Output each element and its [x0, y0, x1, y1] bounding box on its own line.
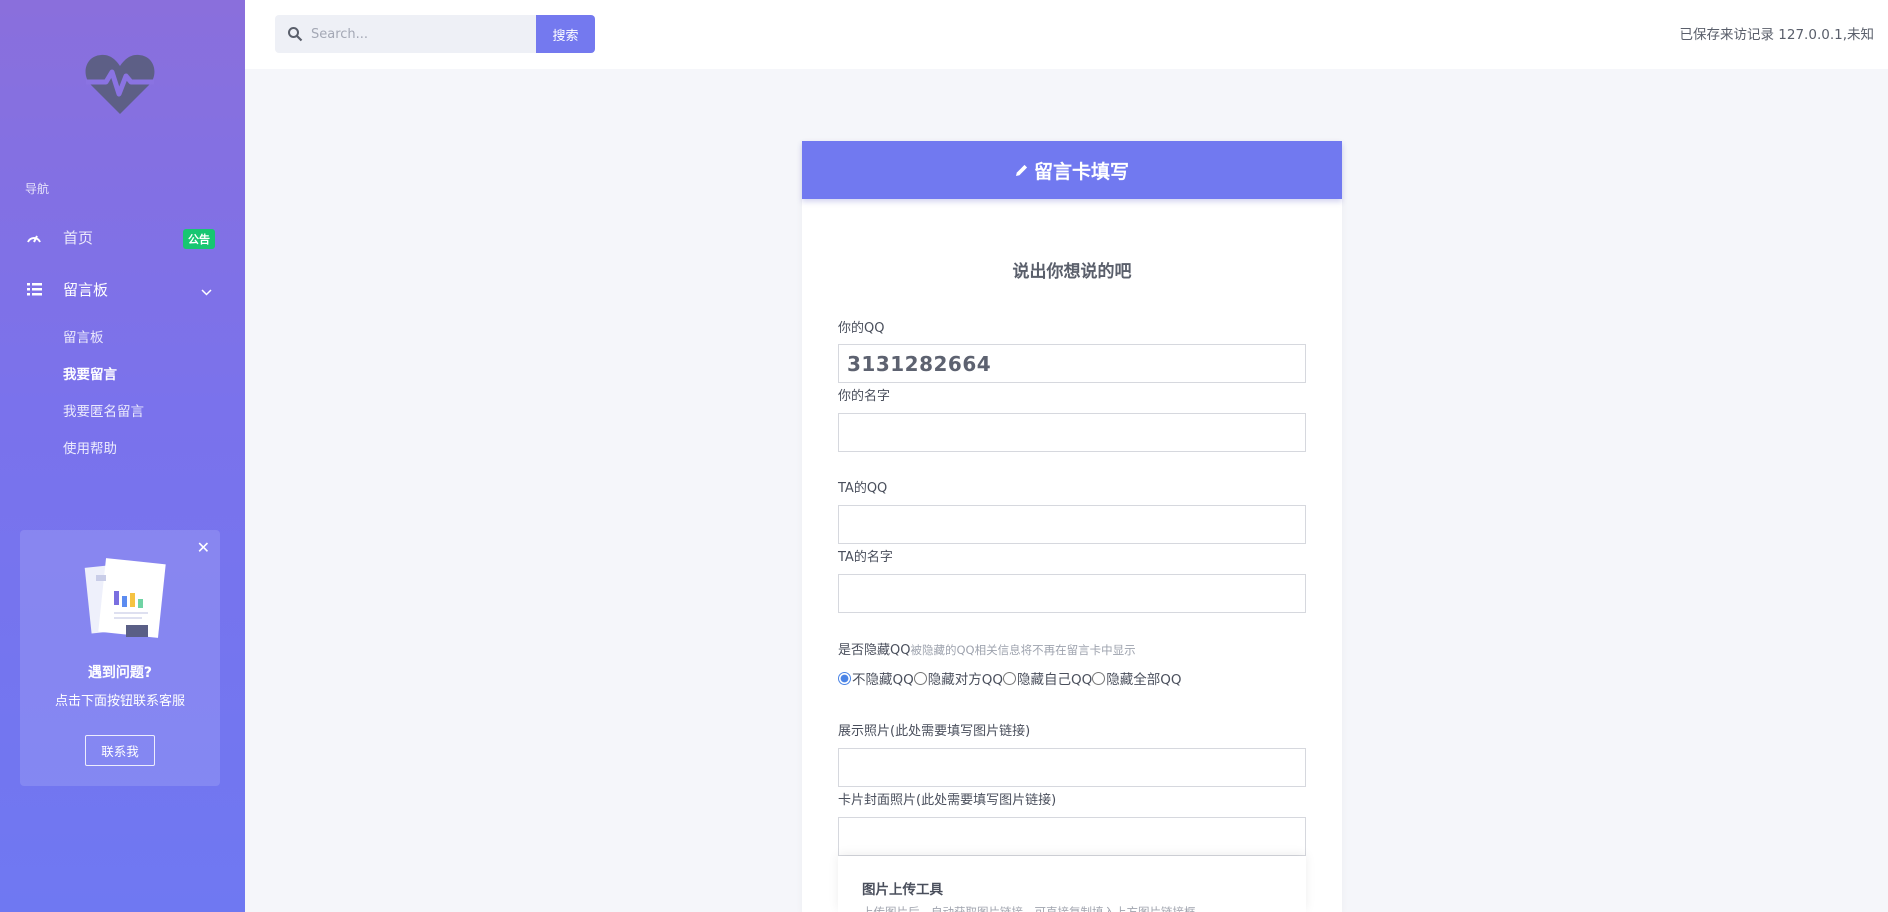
photo-url-input[interactable]	[838, 748, 1306, 787]
hide-qq-hint: 被隐藏的QQ相关信息将不再在留言卡中显示	[910, 643, 1136, 657]
notice-badge: 公告	[183, 229, 215, 249]
your-name-input[interactable]	[838, 413, 1306, 452]
heart-pulse-icon	[84, 52, 156, 116]
ta-name-input[interactable]	[838, 574, 1306, 613]
radio-label: 不隐藏QQ	[852, 672, 914, 688]
sidebar-item-label: 留言板	[63, 280, 109, 299]
card-header-title: 留言卡填写	[1033, 160, 1129, 183]
top-bar: 搜索 已保存来访记录 127.0.0.1,未知	[245, 0, 1888, 69]
your-qq-input[interactable]	[838, 344, 1306, 383]
hide-qq-label-text: 是否隐藏QQ	[838, 643, 911, 658]
visit-info: 已保存来访记录 127.0.0.1,未知	[1679, 27, 1875, 43]
sidebar-item-home[interactable]: 首页 公告	[25, 222, 220, 252]
card-header: 留言卡填写	[802, 141, 1342, 199]
pencil-icon	[1015, 163, 1029, 177]
sidebar-item-label: 首页	[63, 228, 94, 247]
search-input[interactable]	[311, 26, 511, 42]
form-title: 说出你想说的吧	[1012, 262, 1132, 282]
close-icon[interactable]: ✕	[197, 540, 210, 556]
image-upload-tool: 图片上传工具 上传图片后，自动获取图片链接，可直接复制填入上方图片链接框	[838, 856, 1306, 912]
radio-hide-self[interactable]: 隐藏自己QQ	[1003, 668, 1092, 688]
ta-name-label: TA的名字	[838, 550, 893, 565]
your-qq-label: 你的QQ	[838, 321, 885, 336]
radio-hide-all-input[interactable]	[1092, 671, 1106, 685]
radio-label: 隐藏对方QQ	[927, 672, 1004, 688]
radio-label: 隐藏全部QQ	[1106, 672, 1182, 688]
sub-item-board[interactable]: 留言板	[63, 326, 104, 346]
sub-item-leave-message[interactable]: 我要留言	[63, 363, 117, 383]
cover-url-input[interactable]	[838, 817, 1306, 856]
chevron-down-icon	[201, 282, 212, 300]
ta-qq-input[interactable]	[838, 505, 1306, 544]
sub-item-anonymous-message[interactable]: 我要匿名留言	[63, 400, 144, 420]
radio-hide-self-input[interactable]	[1003, 671, 1017, 685]
search-icon	[287, 26, 303, 42]
radio-no-hide[interactable]: 不隐藏QQ	[838, 668, 914, 688]
upload-title: 图片上传工具	[862, 882, 943, 898]
radio-label: 隐藏自己QQ	[1017, 672, 1093, 688]
sidebar: 导航 首页 公告 留言板 留言板 我要留言 我要匿名留言 使用帮助 ✕ 遇到问题…	[0, 0, 245, 912]
hide-qq-label: 是否隐藏QQ被隐藏的QQ相关信息将不再在留言卡中显示	[838, 639, 1136, 658]
nav-heading: 导航	[25, 182, 50, 196]
message-card-form: 留言卡填写 说出你想说的吧 你的QQ 你的名字 TA的QQ TA的名字 是否隐藏…	[802, 141, 1342, 912]
list-icon	[25, 280, 43, 298]
photo-label: 展示照片(此处需要填写图片链接)	[838, 724, 1031, 739]
sub-item-help[interactable]: 使用帮助	[63, 437, 117, 457]
cover-label: 卡片封面照片(此处需要填写图片链接)	[838, 793, 1057, 808]
radio-hide-other[interactable]: 隐藏对方QQ	[913, 668, 1004, 688]
sidebar-item-board[interactable]: 留言板	[25, 274, 220, 304]
radio-hide-other-input[interactable]	[913, 671, 927, 685]
search-button[interactable]: 搜索	[536, 15, 595, 53]
speedometer-icon	[25, 228, 43, 246]
contact-button[interactable]: 联系我	[85, 735, 155, 766]
help-card: ✕ 遇到问题? 点击下面按钮联系客服 联系我	[20, 530, 220, 786]
radio-hide-all[interactable]: 隐藏全部QQ	[1092, 668, 1182, 688]
search-box	[275, 15, 536, 53]
documents-chart-illustration	[84, 555, 174, 643]
upload-subtitle: 上传图片后，自动获取图片链接，可直接复制填入上方图片链接框	[862, 905, 1196, 912]
your-name-label: 你的名字	[838, 389, 891, 404]
hide-qq-options: 不隐藏QQ 隐藏对方QQ 隐藏自己QQ 隐藏全部QQ	[838, 668, 1182, 688]
radio-no-hide-input[interactable]	[838, 671, 851, 685]
ta-qq-label: TA的QQ	[838, 481, 888, 496]
help-title: 遇到问题?	[87, 665, 153, 681]
help-text: 点击下面按钮联系客服	[54, 694, 185, 709]
